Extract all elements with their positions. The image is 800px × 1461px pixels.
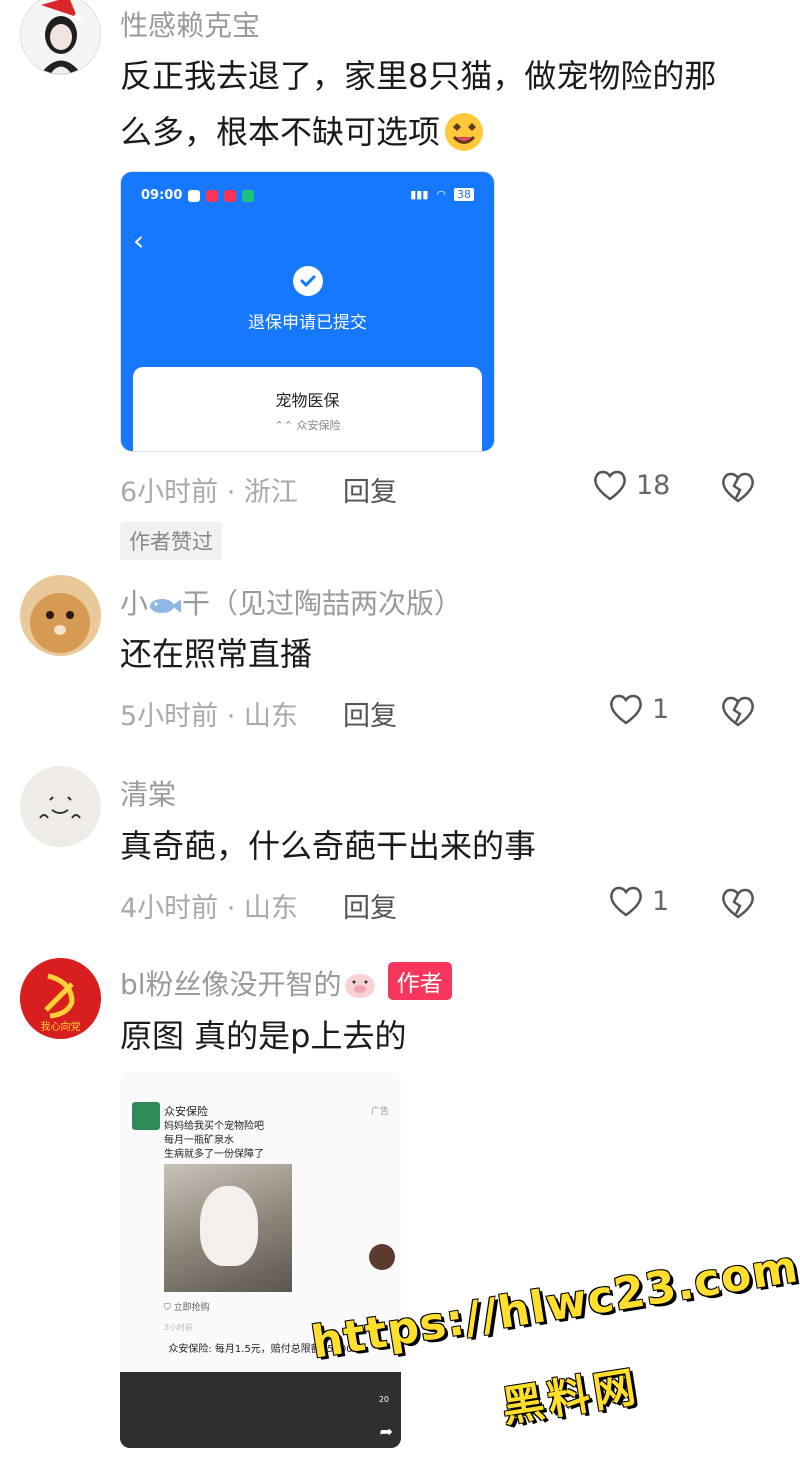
author-liked-badge: 作者赞过 (120, 522, 222, 560)
card-subtitle: ⌃⌃ 众安保险 (133, 417, 482, 433)
broken-heart-icon (722, 472, 754, 503)
ad-copy-line: 每月一瓶矿泉水 (164, 1135, 234, 1146)
avatar[interactable]: 我心向党 (20, 958, 101, 1039)
creator-avatar-icon (369, 1244, 395, 1270)
ad-brand: 众安保险 (164, 1105, 208, 1118)
app-icon (224, 189, 237, 202)
status-bar-right: ▮▮▮ ◠ 38 (410, 188, 474, 201)
like-count: 1 (652, 885, 670, 917)
username[interactable]: 小干（见过陶喆两次版） (120, 582, 462, 624)
avatar[interactable] (20, 575, 101, 656)
ad-label: 广告 (370, 1107, 389, 1117)
broken-heart-icon (722, 696, 754, 727)
reply-button[interactable]: 回复 (343, 694, 397, 733)
zhongan-logo-icon (132, 1102, 160, 1130)
dark-footer (120, 1372, 401, 1448)
like-count: 1 (652, 693, 670, 725)
ad-time: 3小时前 (164, 1323, 194, 1332)
comment-1: 性感赖克宝 反正我去退了，家里8只猫，做宠物险的那 么多，根本不缺可选项 09:… (0, 0, 800, 560)
comment-text-line: 反正我去退了，家里8只猫，做宠物险的那 (120, 57, 717, 95)
smile-icon (445, 113, 484, 151)
ad-copy-line: 妈妈给我买个宠物险吧 (164, 1121, 264, 1132)
app-icon (242, 189, 255, 202)
wifi-icon: ◠ (436, 188, 446, 201)
broken-heart-icon (722, 888, 754, 919)
username[interactable]: bl粉丝像没开智的 作者 (120, 962, 452, 1007)
comment-text: 原图 真的是p上去的 (120, 1017, 407, 1055)
back-icon[interactable]: ‹ (133, 224, 144, 257)
comment-text: 还在照常直播 (120, 635, 313, 673)
app-icon (206, 189, 219, 202)
cart-icon: ⛉ (164, 1303, 174, 1313)
comment-text: 真奇葩，什么奇葩干出来的事 (120, 827, 537, 865)
cat-photo (164, 1164, 292, 1292)
like-button[interactable]: 1 (608, 884, 669, 918)
watermark-name: 黑料网 (498, 1361, 643, 1432)
card-title: 宠物医保 (275, 391, 340, 410)
dislike-button[interactable] (720, 886, 756, 922)
heart-icon (594, 470, 626, 501)
share-count: 20 (378, 1395, 389, 1404)
comment-meta: 5小时前 · 山东 (120, 701, 298, 732)
heart-icon (610, 694, 642, 725)
username-text: bl粉丝像没开智的 (120, 968, 342, 1001)
status-bar: 09:00 (141, 188, 255, 203)
like-button[interactable]: 18 (592, 468, 670, 502)
dislike-button[interactable] (720, 470, 756, 506)
comment-text: 反正我去退了，家里8只猫，做宠物险的那 么多，根本不缺可选项 (120, 48, 760, 160)
ad-copy: 妈妈给我买个宠物险吧 每月一瓶矿泉水 生病就多了一份保障了 (164, 1120, 264, 1162)
username[interactable]: 性感赖克宝 (120, 4, 260, 44)
reply-button[interactable]: 回复 (343, 470, 397, 509)
heart-icon (610, 886, 642, 917)
screenshot-image[interactable]: 09:00 ▮▮▮ ◠ 38 ‹ 退保申请已提交 宠物医保 ⌃⌃ 众安保险 (120, 171, 495, 452)
author-tag: 作者 (387, 962, 452, 1000)
buy-link: ⛉ 立即抢购 (164, 1300, 210, 1313)
comment-meta: 6小时前 · 浙江 (120, 477, 298, 508)
screenshot-image[interactable]: 众安保险 广告 妈妈给我买个宠物险吧 每月一瓶矿泉水 生病就多了一份保障了 ⛉ … (120, 1072, 401, 1448)
policy-card: 宠物医保 ⌃⌃ 众安保险 (133, 367, 482, 451)
dislike-button[interactable] (720, 694, 756, 730)
screenshot-title: 退保申请已提交 (248, 313, 367, 333)
status-time: 09:00 (141, 188, 183, 203)
check-icon (293, 266, 323, 296)
signal-icon: ▮▮▮ (410, 188, 429, 201)
reply-button[interactable]: 回复 (343, 886, 397, 925)
pig-icon (342, 970, 378, 1007)
fish-icon (148, 591, 182, 624)
ad-copy-line: 生病就多了一份保障了 (164, 1149, 264, 1160)
username-text: 小 (120, 587, 149, 620)
app-icon (188, 189, 201, 202)
avatar[interactable] (20, 766, 101, 847)
username-text: 干（见过陶喆两次版） (182, 587, 463, 620)
comment-text-line: 么多，根本不缺可选项 (120, 104, 760, 160)
battery-icon: 38 (454, 188, 474, 201)
username[interactable]: 清棠 (120, 773, 176, 813)
share-icon: ➦ (379, 1422, 393, 1441)
like-button[interactable]: 1 (608, 692, 669, 726)
card-subtitle-text: 众安保险 (296, 419, 341, 432)
avatar[interactable] (20, 0, 101, 75)
avatar-caption: 我心向党 (40, 1022, 81, 1033)
comment-meta: 4小时前 · 山东 (120, 893, 298, 924)
logo-icon: ⌃⌃ (274, 419, 297, 432)
cat-figure (200, 1186, 258, 1266)
comment-text-segment: 么多，根本不缺可选项 (120, 113, 441, 151)
like-count: 18 (636, 469, 671, 501)
buy-text: 立即抢购 (173, 1303, 210, 1313)
